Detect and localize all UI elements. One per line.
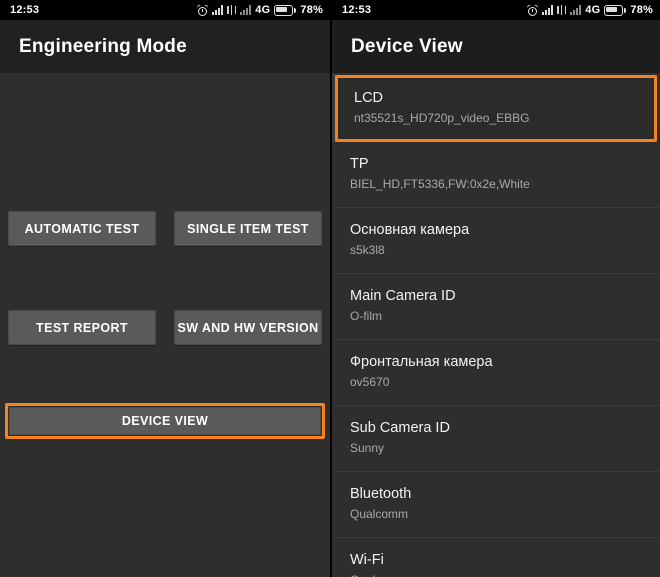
list-item-sub-camera-id[interactable]: Sub Camera ID Sunny	[332, 406, 660, 472]
list-item-title: Wi-Fi	[350, 552, 384, 568]
battery-icon	[274, 4, 297, 16]
page-title-engineering-mode: Engineering Mode	[19, 35, 187, 57]
list-item-bluetooth[interactable]: Bluetooth Qualcomm	[332, 472, 660, 538]
list-item-title: Основная камера	[350, 222, 470, 238]
list-item-tp[interactable]: TP BIEL_HD,FT5336,FW:0x2e,White	[332, 142, 660, 208]
list-item-subtitle: Sunny	[350, 441, 385, 455]
page-title-device-view: Device View	[351, 35, 463, 57]
signal-icon	[212, 5, 224, 15]
list-item-subtitle: s5k3l8	[350, 243, 385, 257]
network-type-label: 4G	[255, 4, 271, 16]
app-bar-right: Device View	[332, 20, 660, 73]
list-item-wifi[interactable]: Wi-Fi Qualcomm	[332, 538, 660, 577]
list-item-title: Main Camera ID	[350, 288, 456, 304]
alarm-icon	[526, 3, 539, 16]
button-row-1: AUTOMATIC TEST SINGLE ITEM TEST	[8, 211, 322, 246]
signal-icon-2	[240, 5, 252, 15]
status-clock: 12:53	[10, 4, 40, 16]
right-phone-screen: 12:53 4G 78% Device View LCD nt35521s_HD…	[330, 0, 660, 577]
list-item-lcd[interactable]: LCD nt35521s_HD720p_video_EBBG	[335, 75, 657, 142]
status-bar-right: 12:53 4G 78%	[332, 0, 660, 20]
left-phone-screen: 12:53 4G 78% Engineering Mode AUTOMATIC …	[0, 0, 330, 577]
list-item-subtitle: BIEL_HD,FT5336,FW:0x2e,White	[350, 177, 530, 191]
device-view-button[interactable]: DEVICE VIEW	[9, 407, 321, 435]
dual-screenshot-container: 12:53 4G 78% Engineering Mode AUTOMATIC …	[0, 0, 660, 577]
list-item-subtitle: Qualcomm	[350, 572, 646, 577]
vibrate-icon	[227, 5, 237, 15]
engineering-mode-body: AUTOMATIC TEST SINGLE ITEM TEST TEST REP…	[0, 73, 330, 577]
alarm-icon	[196, 3, 209, 16]
automatic-test-button[interactable]: AUTOMATIC TEST	[8, 211, 156, 246]
status-bar-left: 12:53 4G 78%	[0, 0, 330, 20]
list-item-front-camera[interactable]: Фронтальная камера ov5670	[332, 340, 660, 406]
battery-percent-label: 78%	[630, 4, 653, 16]
list-item-title: TP	[350, 156, 369, 172]
app-bar-left: Engineering Mode	[0, 20, 330, 73]
button-row-2: TEST REPORT SW AND HW VERSION	[8, 310, 322, 345]
battery-icon	[604, 4, 627, 16]
list-item-title: LCD	[354, 90, 384, 106]
list-item-title: Фронтальная камера	[350, 354, 493, 370]
signal-icon-2	[570, 5, 582, 15]
battery-percent-label: 78%	[300, 4, 323, 16]
device-view-highlight-box: DEVICE VIEW	[5, 403, 325, 439]
list-item-main-camera[interactable]: Основная камера s5k3l8	[332, 208, 660, 274]
list-item-subtitle: O-film	[350, 309, 382, 323]
list-item-title: Sub Camera ID	[350, 420, 450, 436]
vibrate-icon	[557, 5, 567, 15]
network-type-label: 4G	[585, 4, 601, 16]
list-item-main-camera-id[interactable]: Main Camera ID O-film	[332, 274, 660, 340]
list-item-title: Bluetooth	[350, 486, 412, 502]
list-item-subtitle: nt35521s_HD720p_video_EBBG	[354, 111, 530, 125]
status-clock-right: 12:53	[342, 4, 372, 16]
sw-and-hw-version-button[interactable]: SW AND HW VERSION	[174, 310, 322, 345]
status-icons-right: 4G 78%	[526, 3, 653, 16]
list-item-subtitle: ov5670	[350, 375, 390, 389]
signal-icon	[542, 5, 554, 15]
status-icons: 4G 78%	[196, 3, 323, 16]
single-item-test-button[interactable]: SINGLE ITEM TEST	[174, 211, 322, 246]
test-report-button[interactable]: TEST REPORT	[8, 310, 156, 345]
list-item-subtitle: Qualcomm	[350, 507, 409, 521]
device-list[interactable]: LCD nt35521s_HD720p_video_EBBG TP BIEL_H…	[332, 73, 660, 577]
